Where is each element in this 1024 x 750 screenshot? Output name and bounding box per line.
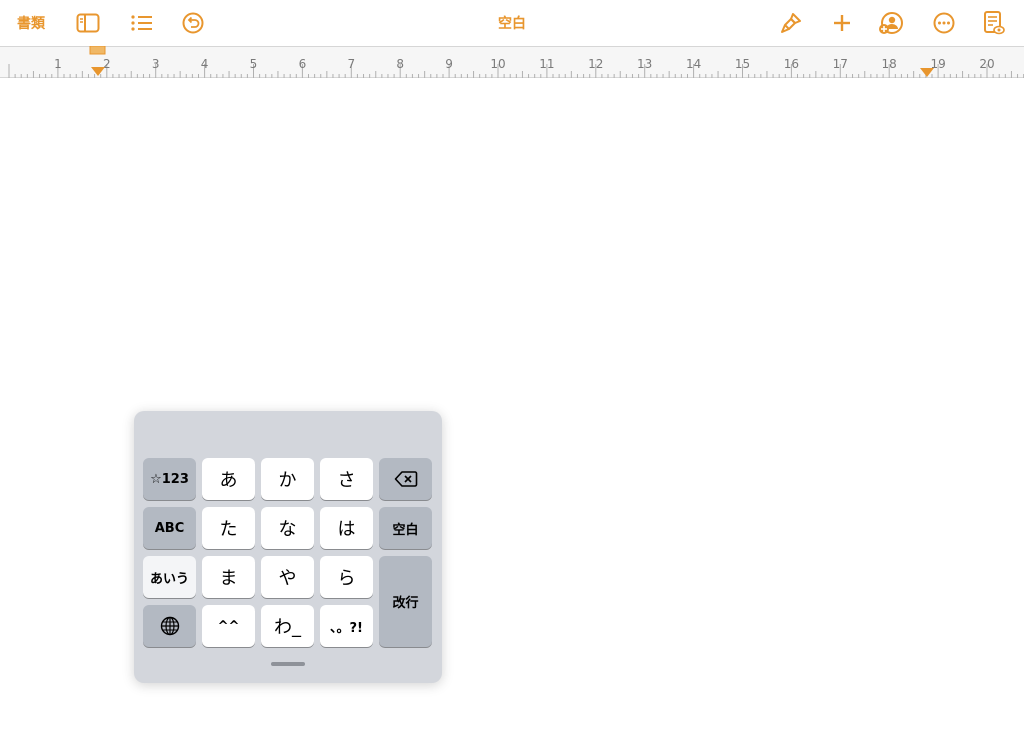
delete-key[interactable]: [379, 458, 432, 500]
globe-key[interactable]: [143, 605, 196, 647]
floating-keyboard: ☆123 あ か さ ABC た な は 空白 あいう ま や ら 改行 ^^ …: [134, 411, 442, 683]
ruler-number: 11: [539, 57, 555, 71]
ruler-number: 18: [881, 57, 897, 71]
ruler-number: 7: [347, 57, 356, 71]
key-ta[interactable]: た: [202, 507, 255, 549]
punctuation-key[interactable]: 、。?!: [320, 605, 373, 647]
key-wa[interactable]: わ_: [261, 605, 314, 647]
ruler[interactable]: 1 2 3 4 5 6 7 8 9 10 11 12 13 14 15 16 17 18 19 20: [0, 46, 1024, 78]
numbers-key[interactable]: ☆123: [143, 458, 196, 500]
toolbar: 書類 空白: [0, 0, 1024, 46]
ruler-number: 1: [54, 57, 62, 71]
ruler-number: 8: [396, 57, 405, 71]
ruler-number: 12: [588, 57, 604, 71]
abc-key[interactable]: ABC: [143, 507, 196, 549]
delete-icon: [394, 471, 417, 487]
documents-button[interactable]: 書類: [17, 12, 45, 34]
paintbrush-icon[interactable]: [778, 10, 804, 36]
ruler-number: 9: [445, 57, 453, 71]
key-ha[interactable]: は: [320, 507, 373, 549]
left-indent-marker[interactable]: [89, 46, 107, 78]
key-ka[interactable]: か: [261, 458, 314, 500]
ruler-number: 14: [685, 57, 702, 71]
kana-mode-key[interactable]: あいう: [143, 556, 196, 598]
document-title-button[interactable]: [480, 10, 544, 36]
list-icon[interactable]: [129, 12, 155, 34]
ruler-number: 6: [298, 57, 307, 71]
collaborate-icon[interactable]: [877, 10, 905, 36]
key-a[interactable]: あ: [202, 458, 255, 500]
ruler-number: 17: [832, 57, 848, 71]
key-ra[interactable]: ら: [320, 556, 373, 598]
ruler-number: 4: [200, 57, 209, 71]
key-na[interactable]: な: [261, 507, 314, 549]
space-key[interactable]: 空白: [379, 507, 432, 549]
globe-icon: [160, 616, 179, 636]
right-indent-marker[interactable]: [918, 66, 936, 78]
return-key[interactable]: 改行: [379, 556, 432, 647]
ruler-number: 3: [151, 57, 160, 71]
key-ma[interactable]: ま: [202, 556, 255, 598]
keyboard-drag-handle[interactable]: [271, 662, 305, 666]
ruler-number: 13: [637, 57, 653, 71]
plus-icon[interactable]: [830, 11, 854, 35]
ruler-number: 20: [979, 57, 995, 71]
reader-view-icon[interactable]: [982, 9, 1006, 37]
key-sa[interactable]: さ: [320, 458, 373, 500]
small-kana-key[interactable]: ^^: [202, 605, 255, 647]
sidebar-icon[interactable]: [75, 11, 101, 35]
ruler-number: 16: [783, 57, 800, 71]
ruler-number: 15: [734, 57, 751, 71]
undo-icon[interactable]: [181, 11, 205, 35]
ruler-number: 10: [490, 57, 506, 71]
key-ya[interactable]: や: [261, 556, 314, 598]
more-icon[interactable]: [932, 11, 956, 35]
ruler-number: 5: [249, 57, 258, 71]
